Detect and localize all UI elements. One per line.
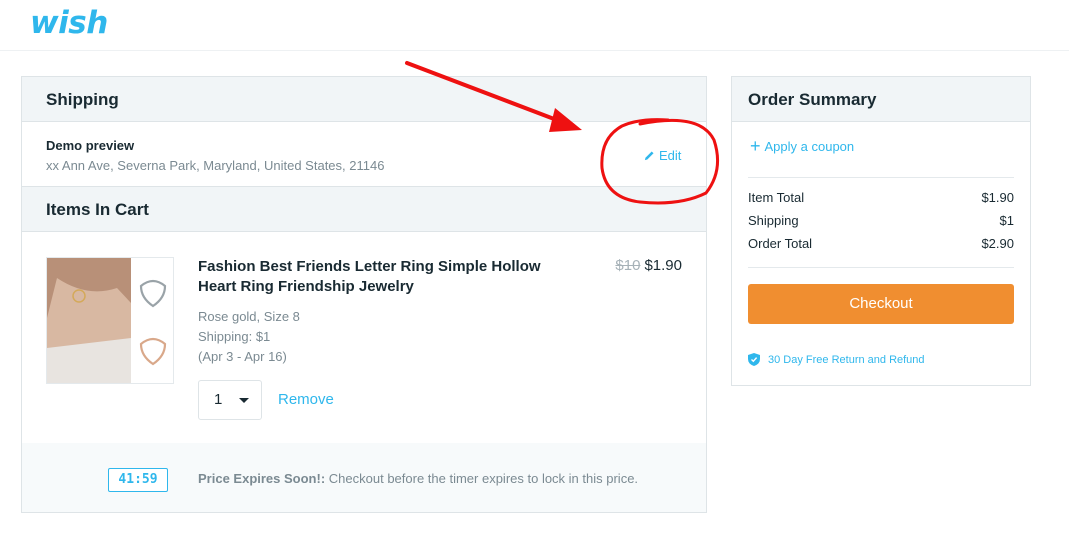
product-title[interactable]: Fashion Best Friends Letter Ring Simple …: [198, 257, 558, 297]
timer-label: Price Expires Soon!:: [198, 471, 326, 486]
timer-description: Checkout before the timer expires to loc…: [328, 471, 639, 486]
product-price: $10 $1.90: [615, 257, 682, 274]
summary-label: Order Total: [748, 236, 813, 251]
original-price: $10: [615, 257, 641, 274]
top-bar: wish: [0, 0, 1069, 51]
ring-product-photo: [47, 258, 173, 383]
divider: [748, 177, 1014, 178]
price-timer-bar: 41:59 Price Expires Soon!: Checkout befo…: [22, 443, 706, 512]
edit-label: Edit: [659, 148, 682, 163]
product-image[interactable]: [46, 257, 174, 384]
summary-row-item-total: Item Total $1.90: [748, 190, 1014, 205]
order-summary-heading: Order Summary: [732, 77, 1030, 122]
timer-message: Price Expires Soon!: Checkout before the…: [198, 471, 638, 486]
summary-value: $2.90: [981, 236, 1014, 251]
remove-item-link[interactable]: Remove: [278, 391, 334, 408]
plus-icon: +: [750, 136, 761, 156]
quantity-value: 1: [214, 391, 223, 408]
cart-heading: Items In Cart: [22, 187, 706, 232]
sale-price: $1.90: [644, 257, 682, 274]
shipping-address-section: Demo preview xx Ann Ave, Severna Park, M…: [22, 122, 706, 187]
summary-row-order-total: Order Total $2.90: [748, 236, 1014, 251]
apply-coupon-label: Apply a coupon: [764, 139, 855, 154]
caret-down-icon: [239, 398, 249, 403]
shield-icon: [748, 353, 760, 366]
product-variant: Rose gold, Size 8: [198, 309, 300, 324]
edit-address-link[interactable]: Edit: [644, 148, 681, 163]
product-details: Rose gold, Size 8 Shipping: $1 (Apr 3 - …: [198, 307, 300, 367]
summary-label: Shipping: [748, 213, 799, 228]
delivery-estimate: (Apr 3 - Apr 16): [198, 349, 287, 364]
summary-row-shipping: Shipping $1: [748, 213, 1014, 228]
guarantee-label: 30 Day Free Return and Refund: [768, 353, 925, 366]
shipping-cart-panel: Shipping Demo preview xx Ann Ave, Severn…: [21, 76, 707, 513]
summary-label: Item Total: [748, 190, 805, 205]
pencil-icon: [644, 151, 654, 161]
return-guarantee[interactable]: 30 Day Free Return and Refund: [748, 353, 925, 366]
shipping-name: Demo preview: [46, 138, 135, 153]
divider: [748, 267, 1014, 268]
checkout-button[interactable]: Checkout: [748, 284, 1014, 324]
summary-value: $1: [999, 213, 1014, 228]
product-shipping: Shipping: $1: [198, 329, 271, 344]
wish-logo[interactable]: wish: [30, 5, 108, 41]
apply-coupon-link[interactable]: + Apply a coupon: [750, 136, 855, 156]
summary-value: $1.90: [981, 190, 1014, 205]
order-summary-panel: Order Summary + Apply a coupon Item Tota…: [731, 76, 1031, 386]
shipping-address: xx Ann Ave, Severna Park, Maryland, Unit…: [46, 158, 385, 173]
quantity-dropdown[interactable]: 1: [198, 380, 262, 420]
countdown-timer: 41:59: [108, 468, 168, 492]
shipping-heading: Shipping: [22, 77, 706, 122]
